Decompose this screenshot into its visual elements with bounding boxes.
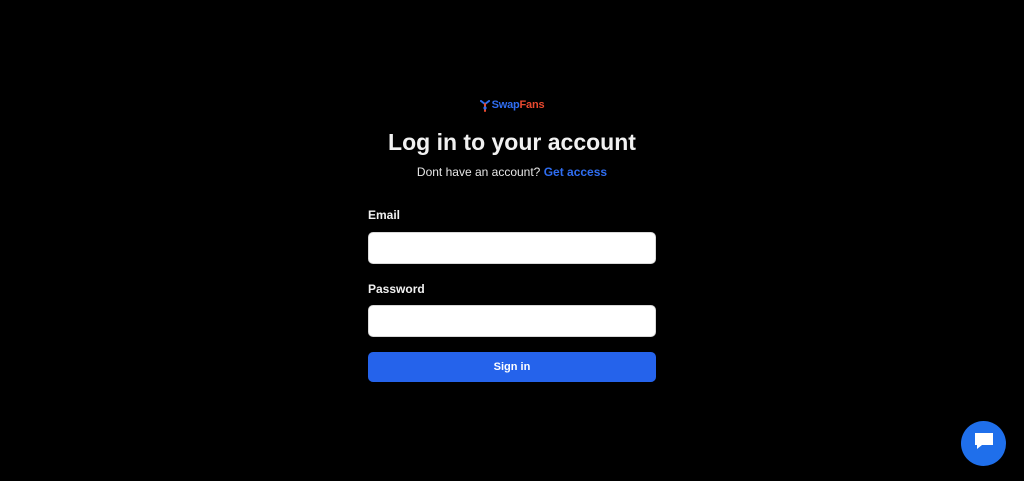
email-field[interactable] [368, 232, 656, 264]
get-access-link[interactable]: Get access [544, 165, 607, 179]
brand-name: SwapFans [492, 99, 545, 111]
swapfans-logo-icon [479, 99, 490, 112]
email-label: Email [368, 208, 401, 222]
brand-logo[interactable]: SwapFans [0, 99, 1024, 112]
password-label: Password [368, 282, 425, 296]
signup-prompt: Dont have an account? Get access [0, 165, 1024, 179]
login-page: SwapFans Log in to your account Dont hav… [0, 0, 1024, 481]
brand-name-fans: Fans [519, 99, 545, 111]
password-field[interactable] [368, 305, 656, 337]
chat-launcher-button[interactable] [961, 421, 1006, 466]
chat-bubble-icon [973, 431, 995, 456]
no-account-text: Dont have an account? [416, 165, 541, 179]
sign-in-button[interactable]: Sign in [368, 352, 656, 382]
brand-name-swap: Swap [491, 99, 520, 111]
page-title: Log in to your account [388, 129, 636, 155]
